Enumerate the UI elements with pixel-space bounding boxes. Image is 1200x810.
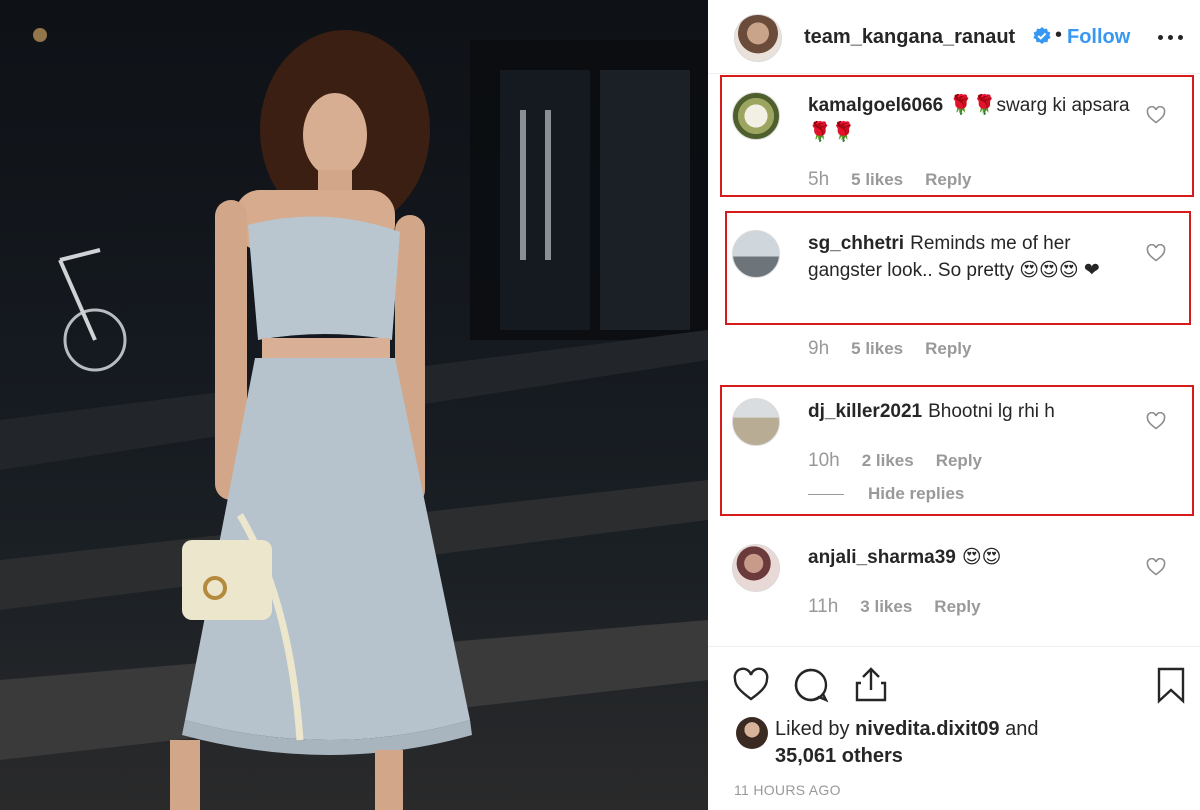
follow-button[interactable]: Follow bbox=[1067, 26, 1130, 49]
highlight-box bbox=[720, 75, 1194, 197]
comment-icon[interactable] bbox=[792, 666, 830, 704]
reply-button[interactable]: Reply bbox=[925, 339, 971, 358]
separator-dot: • bbox=[1055, 24, 1063, 46]
heart-icon[interactable] bbox=[732, 666, 770, 704]
post-timestamp[interactable]: 11 HOURS AGO bbox=[734, 782, 841, 798]
share-icon[interactable] bbox=[852, 666, 890, 704]
comment-meta: 9h 5 likes Reply bbox=[808, 338, 971, 360]
bookmark-icon[interactable] bbox=[1152, 666, 1190, 704]
liker-avatar[interactable] bbox=[736, 717, 768, 749]
author-username[interactable]: team_kangana_ranaut bbox=[804, 26, 1015, 49]
author-avatar[interactable] bbox=[734, 14, 782, 62]
comment-meta: 11h 3 likes Reply bbox=[808, 596, 981, 618]
post-header: team_kangana_ranaut • Follow bbox=[708, 0, 1200, 74]
comment-username[interactable]: anjali_sharma39 bbox=[808, 547, 956, 568]
comment-likes[interactable]: 5 likes bbox=[851, 339, 903, 358]
liked-by-user[interactable]: nivedita.dixit09 bbox=[855, 718, 1000, 740]
post-photo bbox=[0, 0, 708, 810]
verified-badge-icon bbox=[1033, 27, 1051, 44]
post-side-panel: team_kangana_ranaut • Follow kamalgoel60… bbox=[708, 0, 1200, 810]
highlight-box bbox=[725, 211, 1191, 325]
photo-illustration bbox=[0, 28, 708, 810]
comment-time: 9h bbox=[808, 338, 830, 359]
comment-like-icon[interactable] bbox=[1146, 558, 1166, 576]
highlight-box bbox=[720, 385, 1194, 516]
comment-time: 11h bbox=[808, 596, 839, 617]
comment-body: anjali_sharma39 😍😍 bbox=[808, 544, 1138, 571]
liked-by-others[interactable]: 35,061 others bbox=[775, 745, 903, 767]
actions-divider bbox=[708, 646, 1200, 647]
more-options-icon[interactable] bbox=[1158, 26, 1184, 46]
liked-by-conj: and bbox=[1005, 718, 1039, 740]
liked-by-summary: Liked by nivedita.dixit09 and 35,061 oth… bbox=[775, 716, 1075, 770]
liked-by-prefix: Liked by bbox=[775, 718, 850, 740]
comment-likes[interactable]: 3 likes bbox=[860, 597, 912, 616]
reply-button[interactable]: Reply bbox=[934, 597, 980, 616]
comment-text: 😍😍 bbox=[961, 547, 1002, 568]
commenter-avatar[interactable] bbox=[732, 544, 780, 592]
